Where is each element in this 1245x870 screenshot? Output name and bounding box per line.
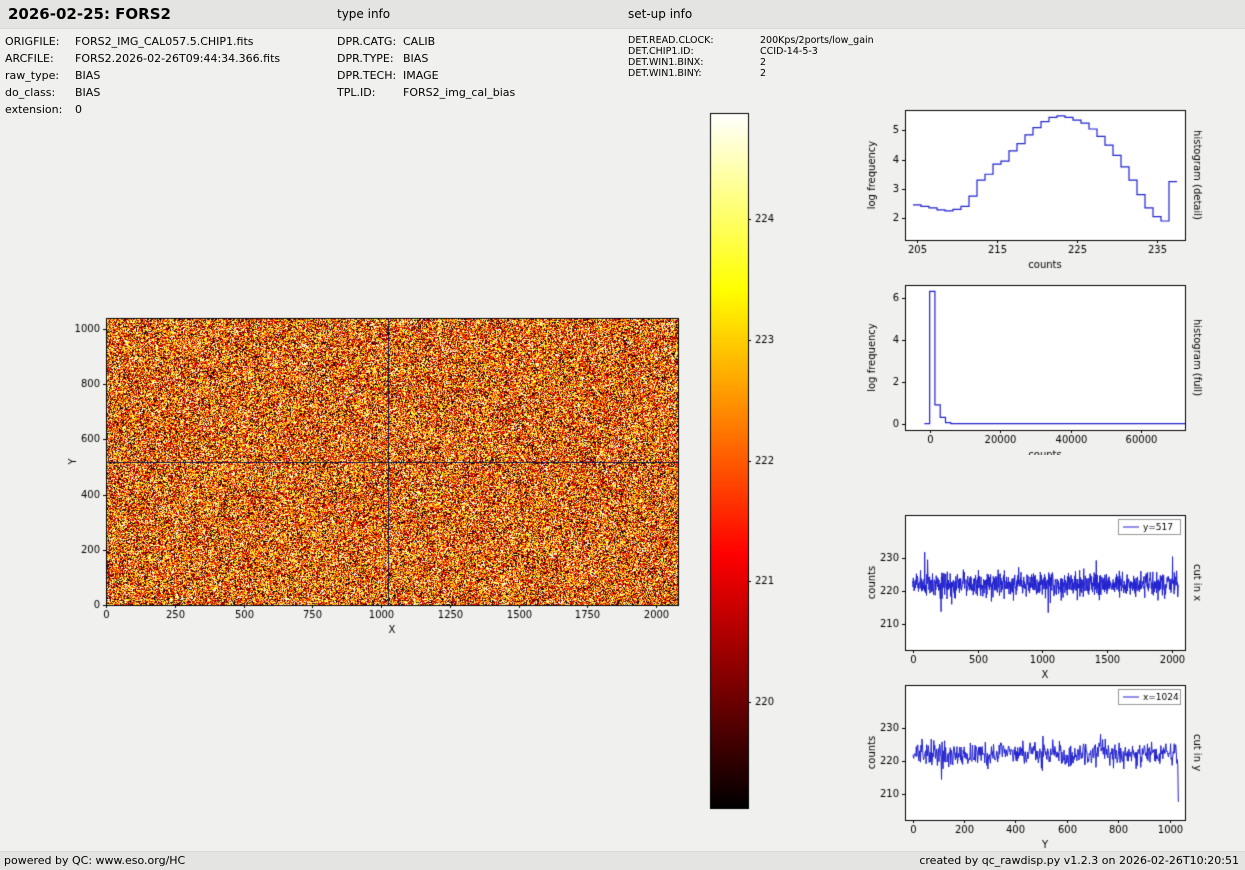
extension-row: extension: 0 xyxy=(5,101,280,118)
dpr-type-value: BIAS xyxy=(403,52,429,65)
biny-row: DET.WIN1.BINY: 2 xyxy=(628,68,874,79)
setup-info-heading: set-up info xyxy=(628,7,693,21)
biny-label: DET.WIN1.BINY: xyxy=(628,68,702,79)
dpr-tech-label: DPR.TECH: xyxy=(337,69,397,82)
footer-bar: powered by QC: www.eso.org/HC created by… xyxy=(0,851,1245,870)
origfile-value: FORS2_IMG_CAL057.5.CHIP1.fits xyxy=(75,35,254,48)
doclass-row: do_class: BIAS xyxy=(5,84,280,101)
chip-id-row: DET.CHIP1.ID: CCID-14-5-3 xyxy=(628,46,874,57)
arcfile-label: ARCFILE: xyxy=(5,52,54,65)
doclass-label: do_class: xyxy=(5,86,56,99)
rawtype-row: raw_type: BIAS xyxy=(5,67,280,84)
dpr-type-label: DPR.TYPE: xyxy=(337,52,394,65)
bias-image-heatmap xyxy=(55,300,715,660)
histogram-full-plot xyxy=(860,275,1205,455)
read-clock-row: DET.READ.CLOCK: 200Kps/2ports/low_gain xyxy=(628,35,874,46)
header-bar: 2026-02-25: FORS2 type info set-up info xyxy=(0,0,1245,29)
binx-row: DET.WIN1.BINX: 2 xyxy=(628,57,874,68)
arcfile-row: ARCFILE: FORS2.2026-02-26T09:44:34.366.fi… xyxy=(5,50,280,67)
chip-id-value: CCID-14-5-3 xyxy=(760,46,818,57)
origfile-row: ORIGFILE: FORS2_IMG_CAL057.5.CHIP1.fits xyxy=(5,33,280,50)
origfile-label: ORIGFILE: xyxy=(5,35,60,48)
tpl-id-label: TPL.ID: xyxy=(337,86,376,99)
file-info-block: ORIGFILE: FORS2_IMG_CAL057.5.CHIP1.fits A… xyxy=(5,33,280,118)
tpl-id-row: TPL.ID: FORS2_img_cal_bias xyxy=(337,84,515,101)
setup-info-block: DET.READ.CLOCK: 200Kps/2ports/low_gain DE… xyxy=(628,35,874,79)
type-info-heading: type info xyxy=(337,7,391,21)
tpl-id-value: FORS2_img_cal_bias xyxy=(403,86,516,99)
colorbar xyxy=(705,105,795,820)
rawtype-value: BIAS xyxy=(75,69,101,82)
read-clock-value: 200Kps/2ports/low_gain xyxy=(760,35,874,46)
dpr-tech-value: IMAGE xyxy=(403,69,439,82)
type-info-block: DPR.CATG: CALIB DPR.TYPE: BIAS DPR.TECH: IM… xyxy=(337,33,515,101)
binx-label: DET.WIN1.BINX: xyxy=(628,57,704,68)
doclass-value: BIAS xyxy=(75,86,101,99)
binx-value: 2 xyxy=(760,57,767,68)
chip-id-label: DET.CHIP1.ID: xyxy=(628,46,694,57)
footer-created-by: created by qc_rawdisp.py v1.2.3 on 2026-… xyxy=(919,854,1239,867)
extension-value: 0 xyxy=(75,103,82,116)
rawtype-label: raw_type: xyxy=(5,69,60,82)
dpr-tech-row: DPR.TECH: IMAGE xyxy=(337,67,515,84)
dpr-catg-value: CALIB xyxy=(403,35,436,48)
biny-value: 2 xyxy=(760,68,767,79)
footer-powered-by: powered by QC: www.eso.org/HC xyxy=(4,854,186,867)
read-clock-label: DET.READ.CLOCK: xyxy=(628,35,714,46)
page-title: 2026-02-25: FORS2 xyxy=(8,5,171,23)
cut-in-x-plot xyxy=(860,505,1205,683)
arcfile-value: FORS2.2026-02-26T09:44:34.366.fits xyxy=(75,52,281,65)
dpr-type-row: DPR.TYPE: BIAS xyxy=(337,50,515,67)
dpr-catg-row: DPR.CATG: CALIB xyxy=(337,33,515,50)
extension-label: extension: xyxy=(5,103,63,116)
dpr-catg-label: DPR.CATG: xyxy=(337,35,397,48)
histogram-detail-plot xyxy=(860,100,1205,280)
cut-in-y-plot xyxy=(860,675,1205,853)
